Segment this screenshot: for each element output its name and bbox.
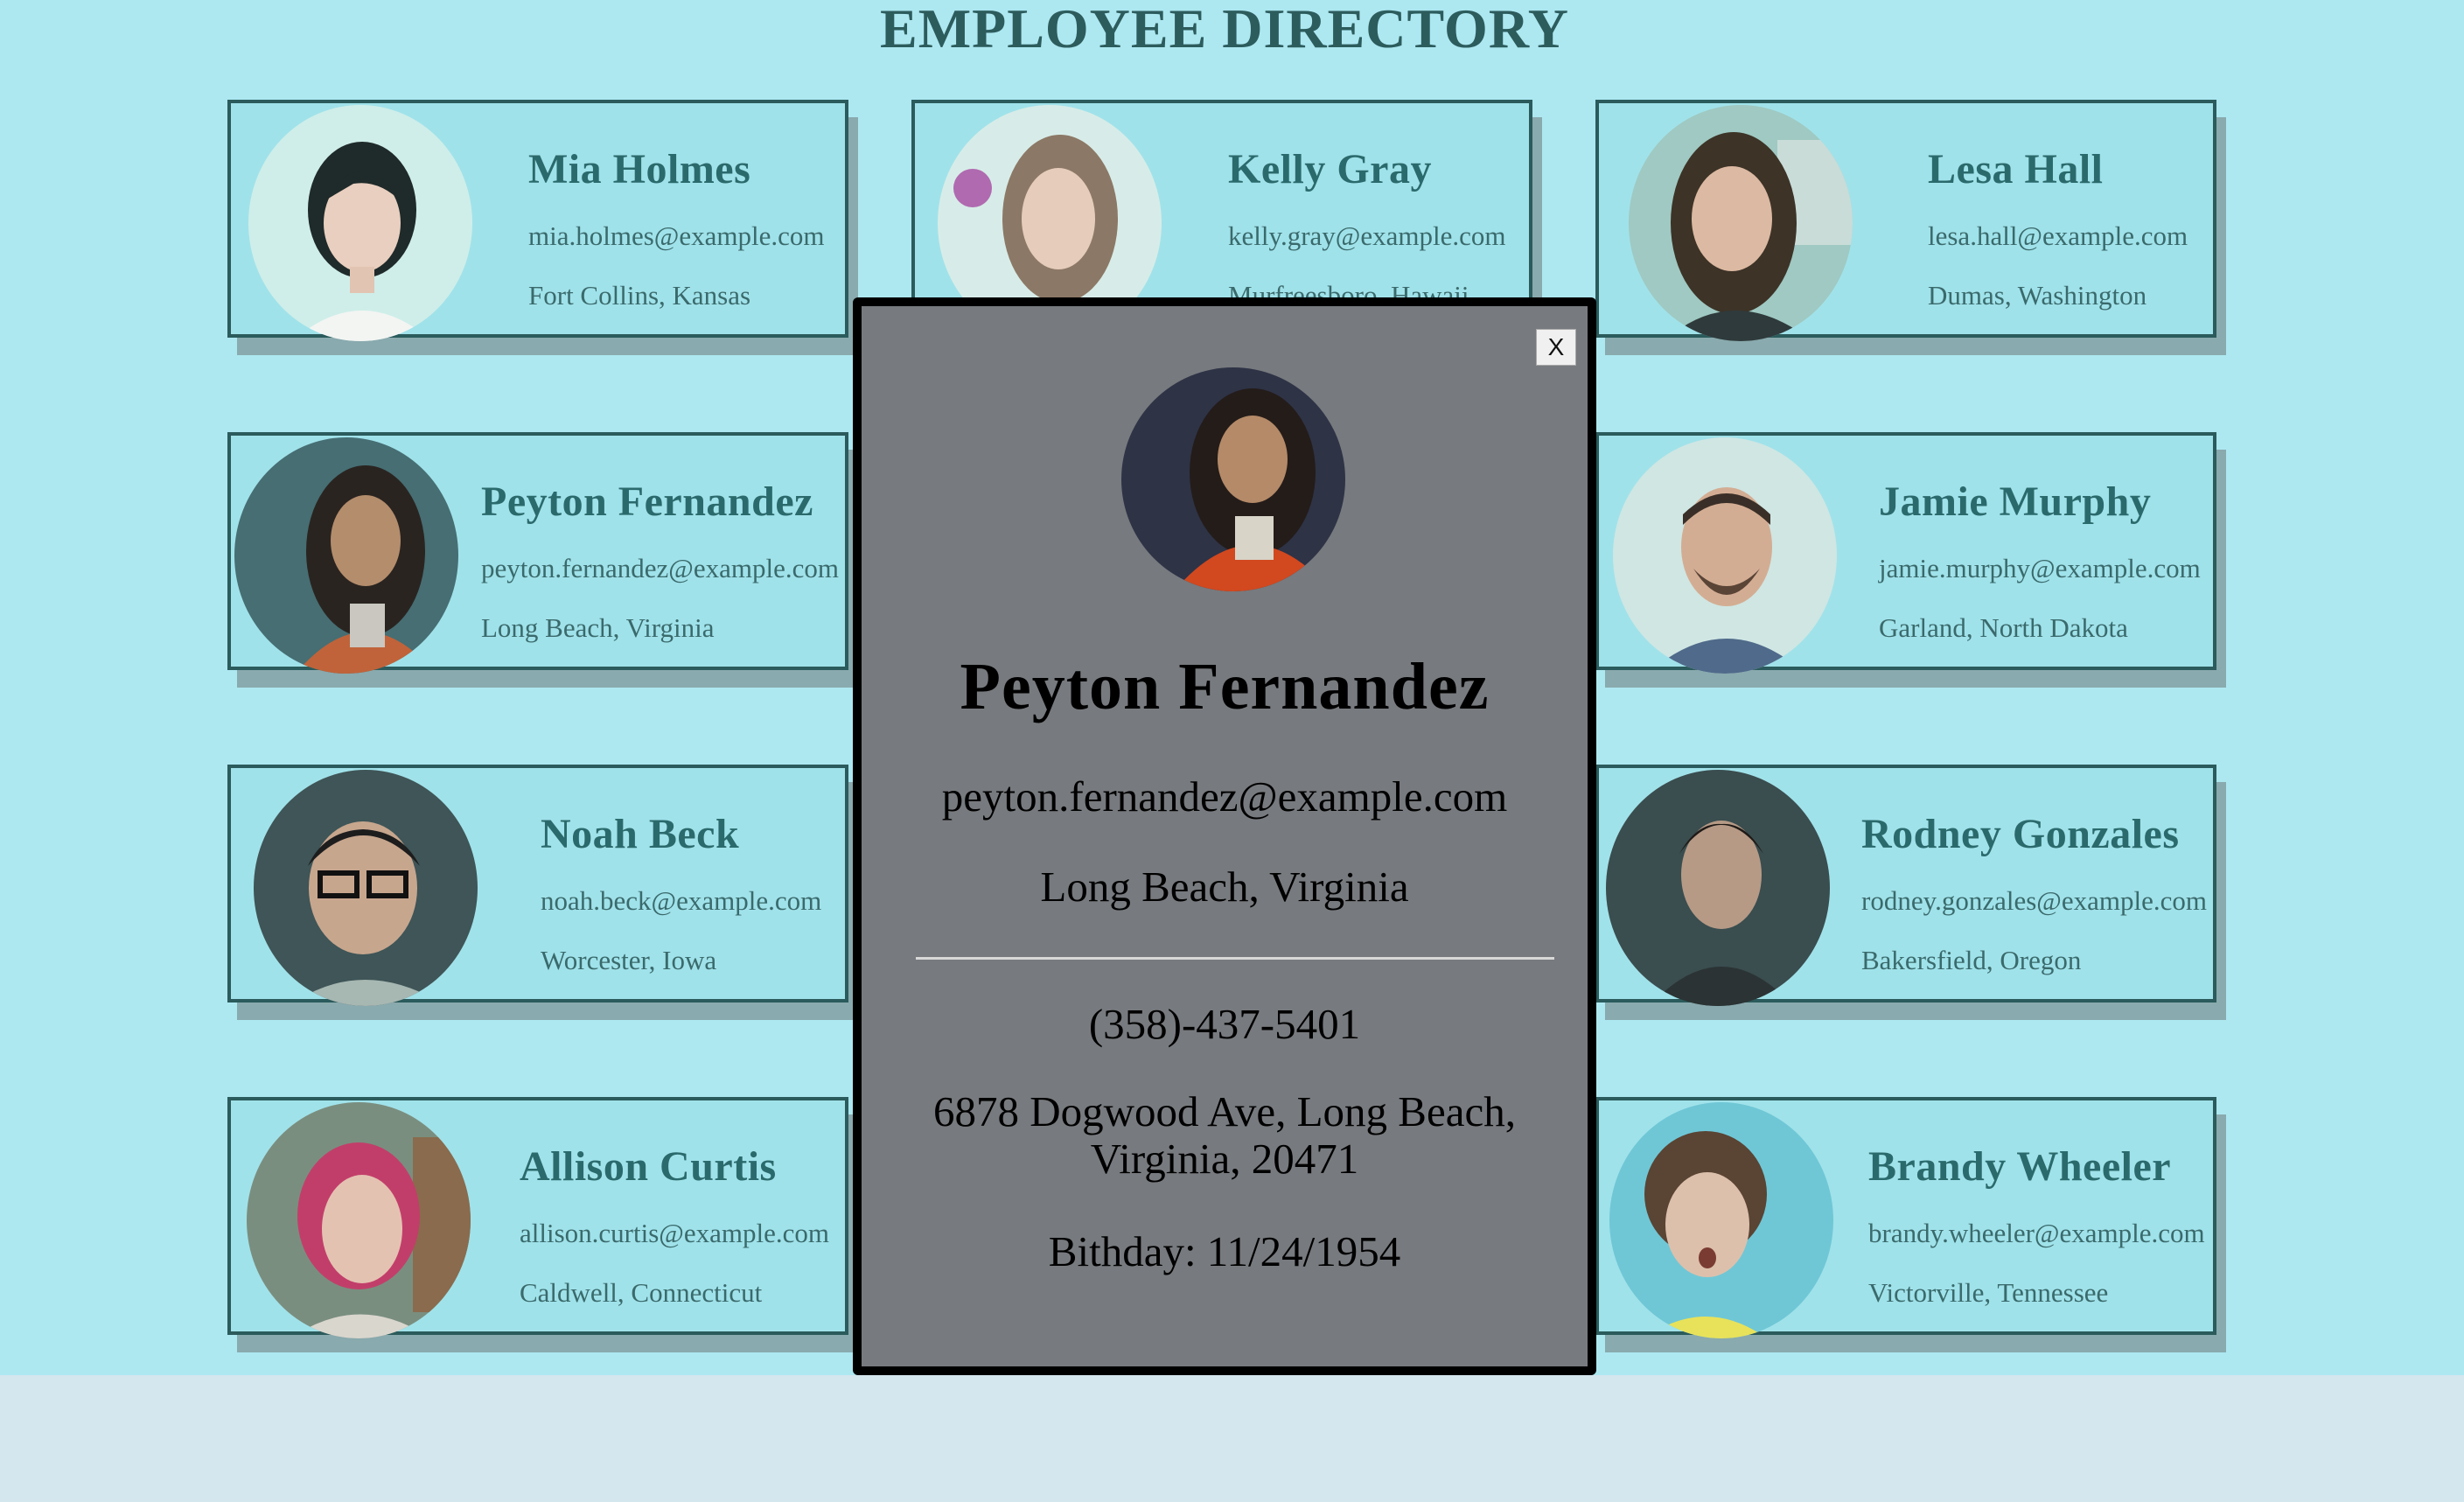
employee-card-mia-holmes[interactable]: Mia Holmes mia.holmes@example.com Fort C… xyxy=(227,100,848,341)
employee-name: Rodney Gonzales xyxy=(1861,811,2180,857)
modal-employee-email: peyton.fernandez@example.com xyxy=(941,772,1508,821)
employee-avatar xyxy=(247,1102,471,1338)
employee-location: Worcester, Iowa xyxy=(541,945,717,975)
employee-card-lesa-hall[interactable]: Lesa Hall lesa.hall@example.com Dumas, W… xyxy=(1595,100,2216,341)
employee-name: Peyton Fernandez xyxy=(481,479,813,525)
employee-email: kelly.gray@example.com xyxy=(1228,220,1506,251)
employee-name: Mia Holmes xyxy=(528,146,751,192)
employee-avatar xyxy=(1613,437,1837,674)
employee-name: Brandy Wheeler xyxy=(1868,1143,2172,1190)
modal-divider xyxy=(916,957,1554,960)
employee-location: Caldwell, Connecticut xyxy=(520,1277,763,1308)
employee-avatar xyxy=(254,770,478,1006)
employee-email: allison.curtis@example.com xyxy=(520,1218,829,1248)
employee-name: Noah Beck xyxy=(541,811,740,857)
close-button[interactable]: X xyxy=(1536,329,1576,366)
employee-location: Bakersfield, Oregon xyxy=(1861,945,2082,975)
modal-employee-phone: (358)-437-5401 xyxy=(1088,1000,1361,1048)
employee-name: Lesa Hall xyxy=(1928,146,2104,192)
modal-avatar xyxy=(1121,367,1345,591)
employee-location: Long Beach, Virginia xyxy=(481,612,715,643)
directory-page: EMPLOYEE DIRECTORY Mia Holmes mia.holmes… xyxy=(0,0,2464,1375)
modal-employee-location: Long Beach, Virginia xyxy=(1040,863,1409,911)
employee-location: Garland, North Dakota xyxy=(1879,612,2128,643)
employee-email: noah.beck@example.com xyxy=(541,885,822,916)
employee-email: rodney.gonzales@example.com xyxy=(1861,885,2207,916)
employee-email: jamie.murphy@example.com xyxy=(1879,553,2201,583)
modal-employee-name: Peyton Fernandez xyxy=(960,650,1490,723)
employee-email: peyton.fernandez@example.com xyxy=(481,553,839,583)
employee-email: brandy.wheeler@example.com xyxy=(1868,1218,2205,1248)
page-title: EMPLOYEE DIRECTORY xyxy=(880,0,1569,59)
employee-avatar xyxy=(1629,105,1853,341)
employee-card-jamie-murphy[interactable]: Jamie Murphy jamie.murphy@example.com Ga… xyxy=(1595,432,2216,674)
employee-name: Kelly Gray xyxy=(1228,146,1432,192)
employee-email: lesa.hall@example.com xyxy=(1928,220,2188,251)
employee-avatar xyxy=(248,105,472,341)
employee-card-brandy-wheeler[interactable]: Brandy Wheeler brandy.wheeler@example.co… xyxy=(1595,1097,2216,1338)
employee-location: Victorville, Tennessee xyxy=(1868,1277,2109,1308)
employee-name: Jamie Murphy xyxy=(1879,479,2152,525)
employee-location: Dumas, Washington xyxy=(1928,280,2147,311)
employee-avatar xyxy=(1609,1102,1833,1338)
employee-card-rodney-gonzales[interactable]: Rodney Gonzales rodney.gonzales@example.… xyxy=(1595,765,2216,1006)
modal-employee-birthday: Bithday: 11/24/1954 xyxy=(1048,1227,1401,1275)
employee-card-peyton-fernandez[interactable]: Peyton Fernandez peyton.fernandez@exampl… xyxy=(227,432,848,674)
employee-avatar xyxy=(234,437,458,674)
employee-card-allison-curtis[interactable]: Allison Curtis allison.curtis@example.co… xyxy=(227,1097,848,1338)
employee-email: mia.holmes@example.com xyxy=(528,220,825,251)
employee-avatar xyxy=(1606,770,1830,1006)
employee-card-noah-beck[interactable]: Noah Beck noah.beck@example.com Worceste… xyxy=(227,765,848,1006)
modal-employee-address: 6878 Dogwood Ave, Long Beach, Virginia, … xyxy=(933,1087,1516,1183)
employee-location: Fort Collins, Kansas xyxy=(528,280,751,311)
employee-detail-modal: X Peyton Fernandez peyton.fernandez@exam… xyxy=(853,297,1596,1375)
employee-name: Allison Curtis xyxy=(520,1143,777,1190)
